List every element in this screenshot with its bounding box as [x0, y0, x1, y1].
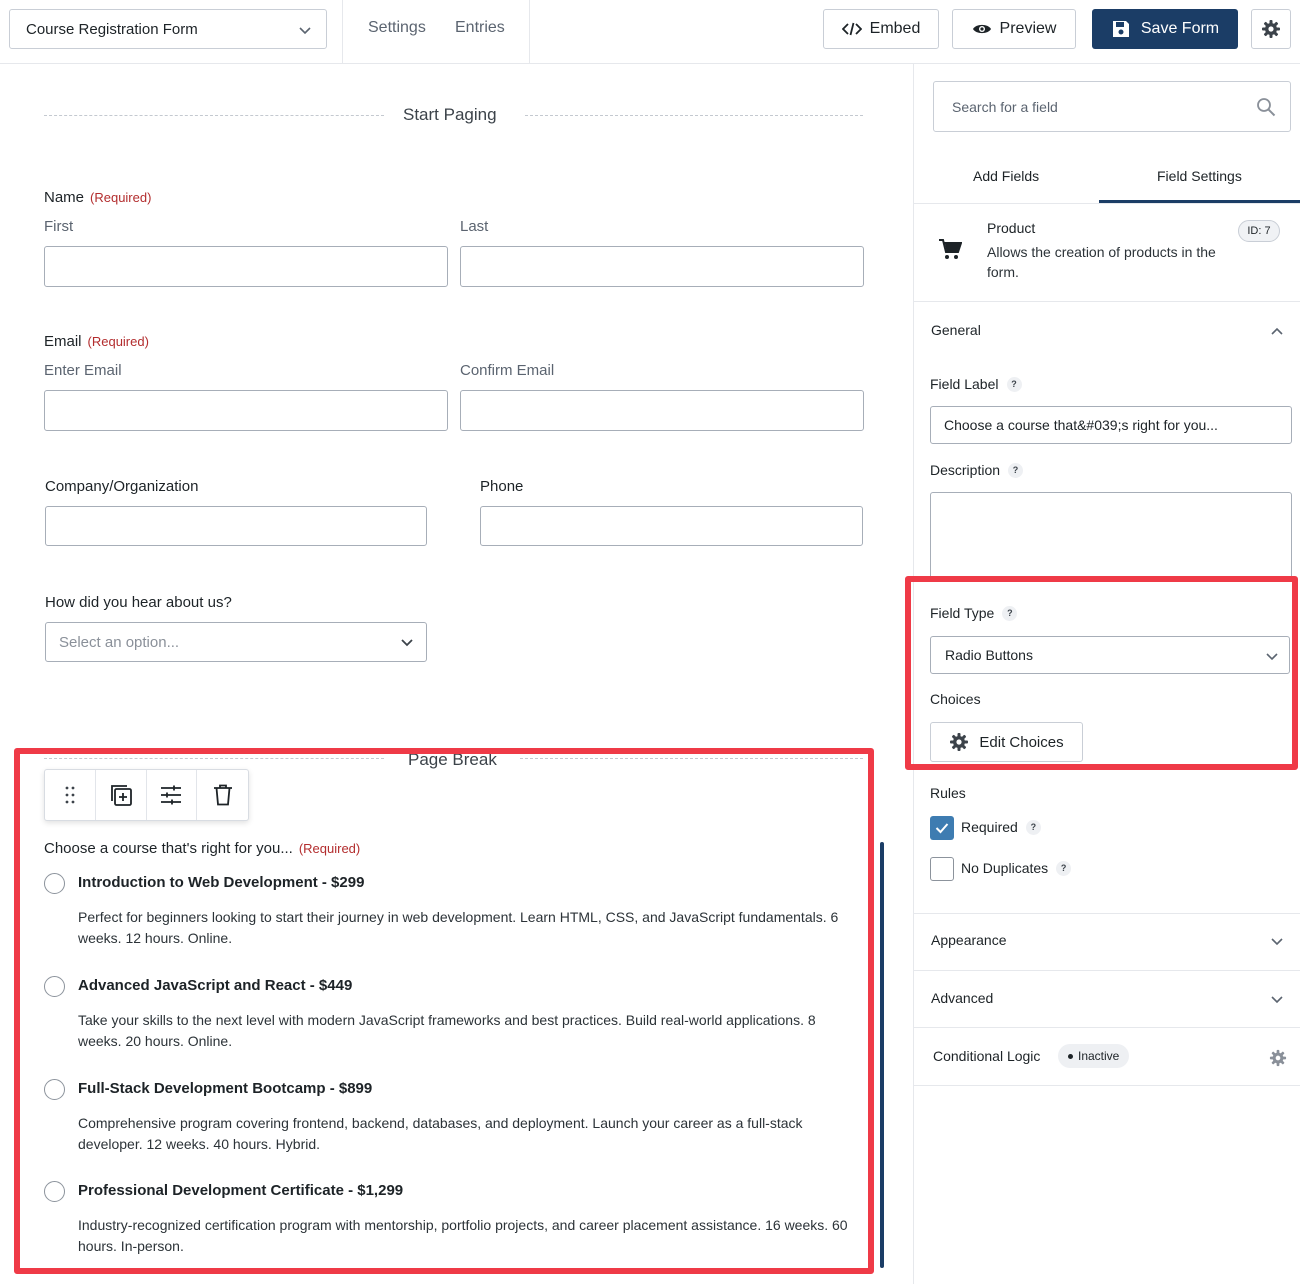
field-label-input[interactable]: Choose a course that&#039;s right for yo… — [930, 406, 1292, 444]
name-label-text: Name — [44, 189, 85, 206]
hear-about-placeholder: Select an option... — [59, 633, 180, 651]
field-label-value: Choose a course that&#039;s right for yo… — [944, 417, 1218, 433]
enter-email-sublabel: Enter Email — [44, 362, 122, 379]
help-icon[interactable]: ? — [1008, 462, 1024, 478]
preview-label: Preview — [999, 20, 1057, 37]
top-bar: Course Registration Form Settings Entrie… — [0, 0, 1300, 64]
search-icon — [1257, 98, 1276, 117]
first-name-sublabel: First — [44, 218, 74, 235]
rules-title: Rules — [930, 785, 966, 801]
start-paging-line — [525, 115, 863, 116]
embed-button[interactable]: Embed — [823, 9, 939, 49]
divider — [914, 1027, 1300, 1028]
appearance-section-title[interactable]: Appearance — [931, 932, 1007, 948]
divider — [914, 970, 1300, 971]
check-icon — [935, 823, 949, 834]
description-textarea[interactable] — [930, 492, 1292, 582]
required-marker: (Required) — [87, 334, 149, 349]
name-field-label: Name (Required) — [44, 189, 151, 206]
no-duplicates-checkbox[interactable] — [930, 857, 954, 881]
divider — [914, 203, 1300, 204]
entries-link[interactable]: Entries — [455, 19, 505, 37]
field-label-text: Field Label — [930, 376, 999, 392]
hear-about-select[interactable]: Select an option... — [45, 622, 427, 662]
confirm-email-sublabel: Confirm Email — [460, 362, 555, 379]
help-icon[interactable]: ? — [1056, 860, 1072, 876]
product-description: Allows the creation of products in the f… — [987, 244, 1216, 280]
first-name-input[interactable] — [44, 246, 448, 287]
no-duplicates-label: No Duplicates? — [961, 860, 1072, 876]
divider — [914, 913, 1300, 914]
help-icon[interactable]: ? — [1006, 376, 1022, 392]
conditional-logic-status-badge: Inactive — [1058, 1044, 1130, 1068]
hear-about-field-label: How did you hear about us? — [45, 594, 232, 611]
save-form-label: Save Form — [1140, 20, 1220, 37]
company-input[interactable] — [45, 506, 427, 546]
field-id-badge: ID: 7 — [1238, 220, 1280, 242]
tab-add-fields[interactable]: Add Fields — [973, 168, 1039, 184]
phone-field-label: Phone — [480, 478, 524, 495]
gear-icon — [1262, 20, 1280, 38]
help-icon[interactable]: ? — [1025, 819, 1041, 835]
form-selector-value: Course Registration Form — [26, 20, 198, 38]
company-field-label: Company/Organization — [45, 478, 199, 495]
required-checkbox[interactable] — [930, 816, 954, 840]
tab-field-settings[interactable]: Field Settings — [1157, 168, 1242, 184]
code-icon — [841, 22, 862, 36]
no-duplicates-label-text: No Duplicates — [961, 860, 1049, 876]
canvas-scrollbar[interactable] — [880, 842, 884, 1268]
required-label-text: Required — [961, 819, 1018, 835]
field-search-input[interactable]: Search for a field — [933, 81, 1291, 132]
start-paging-label: Start Paging — [403, 105, 497, 124]
status-text: Inactive — [1078, 1049, 1120, 1063]
divider — [914, 1085, 1300, 1086]
save-form-button[interactable]: Save Form — [1092, 9, 1238, 49]
chevron-up-icon[interactable] — [1270, 324, 1284, 338]
field-label-title: Field Label? — [930, 376, 1022, 392]
form-selector[interactable]: Course Registration Form — [9, 9, 327, 49]
highlight-box-field-type — [905, 576, 1298, 770]
embed-label: Embed — [869, 20, 921, 37]
description-title: Description? — [930, 462, 1024, 478]
phone-input[interactable] — [480, 506, 863, 546]
highlight-box-choices — [14, 748, 874, 1274]
cart-icon — [939, 239, 962, 259]
required-marker: (Required) — [90, 190, 152, 205]
general-section-title[interactable]: General — [931, 322, 981, 338]
chevron-down-icon[interactable] — [1270, 934, 1284, 948]
preview-button[interactable]: Preview — [952, 9, 1076, 49]
email-label-text: Email — [44, 333, 82, 350]
eye-icon — [972, 24, 991, 34]
divider — [342, 0, 343, 64]
search-placeholder: Search for a field — [952, 98, 1058, 115]
advanced-section-title[interactable]: Advanced — [931, 990, 993, 1006]
divider — [914, 301, 1300, 302]
product-title: Product — [987, 220, 1036, 236]
settings-link[interactable]: Settings — [368, 19, 426, 37]
chevron-down-icon[interactable] — [1270, 992, 1284, 1006]
form-settings-button[interactable] — [1251, 9, 1291, 49]
chevron-down-icon — [299, 27, 311, 35]
conditional-logic-title[interactable]: Conditional Logic — [933, 1048, 1040, 1064]
save-icon — [1112, 21, 1129, 37]
email-field-label: Email (Required) — [44, 333, 149, 350]
email-input[interactable] — [44, 390, 448, 431]
chevron-down-icon — [401, 639, 413, 647]
divider — [529, 0, 530, 64]
gear-icon[interactable] — [1269, 1049, 1287, 1067]
start-paging-line — [44, 115, 384, 116]
status-dot — [1068, 1053, 1073, 1059]
confirm-email-input[interactable] — [460, 390, 864, 431]
required-label: Required? — [961, 819, 1041, 835]
last-name-sublabel: Last — [460, 218, 489, 235]
description-label-text: Description — [930, 462, 1001, 478]
last-name-input[interactable] — [460, 246, 864, 287]
